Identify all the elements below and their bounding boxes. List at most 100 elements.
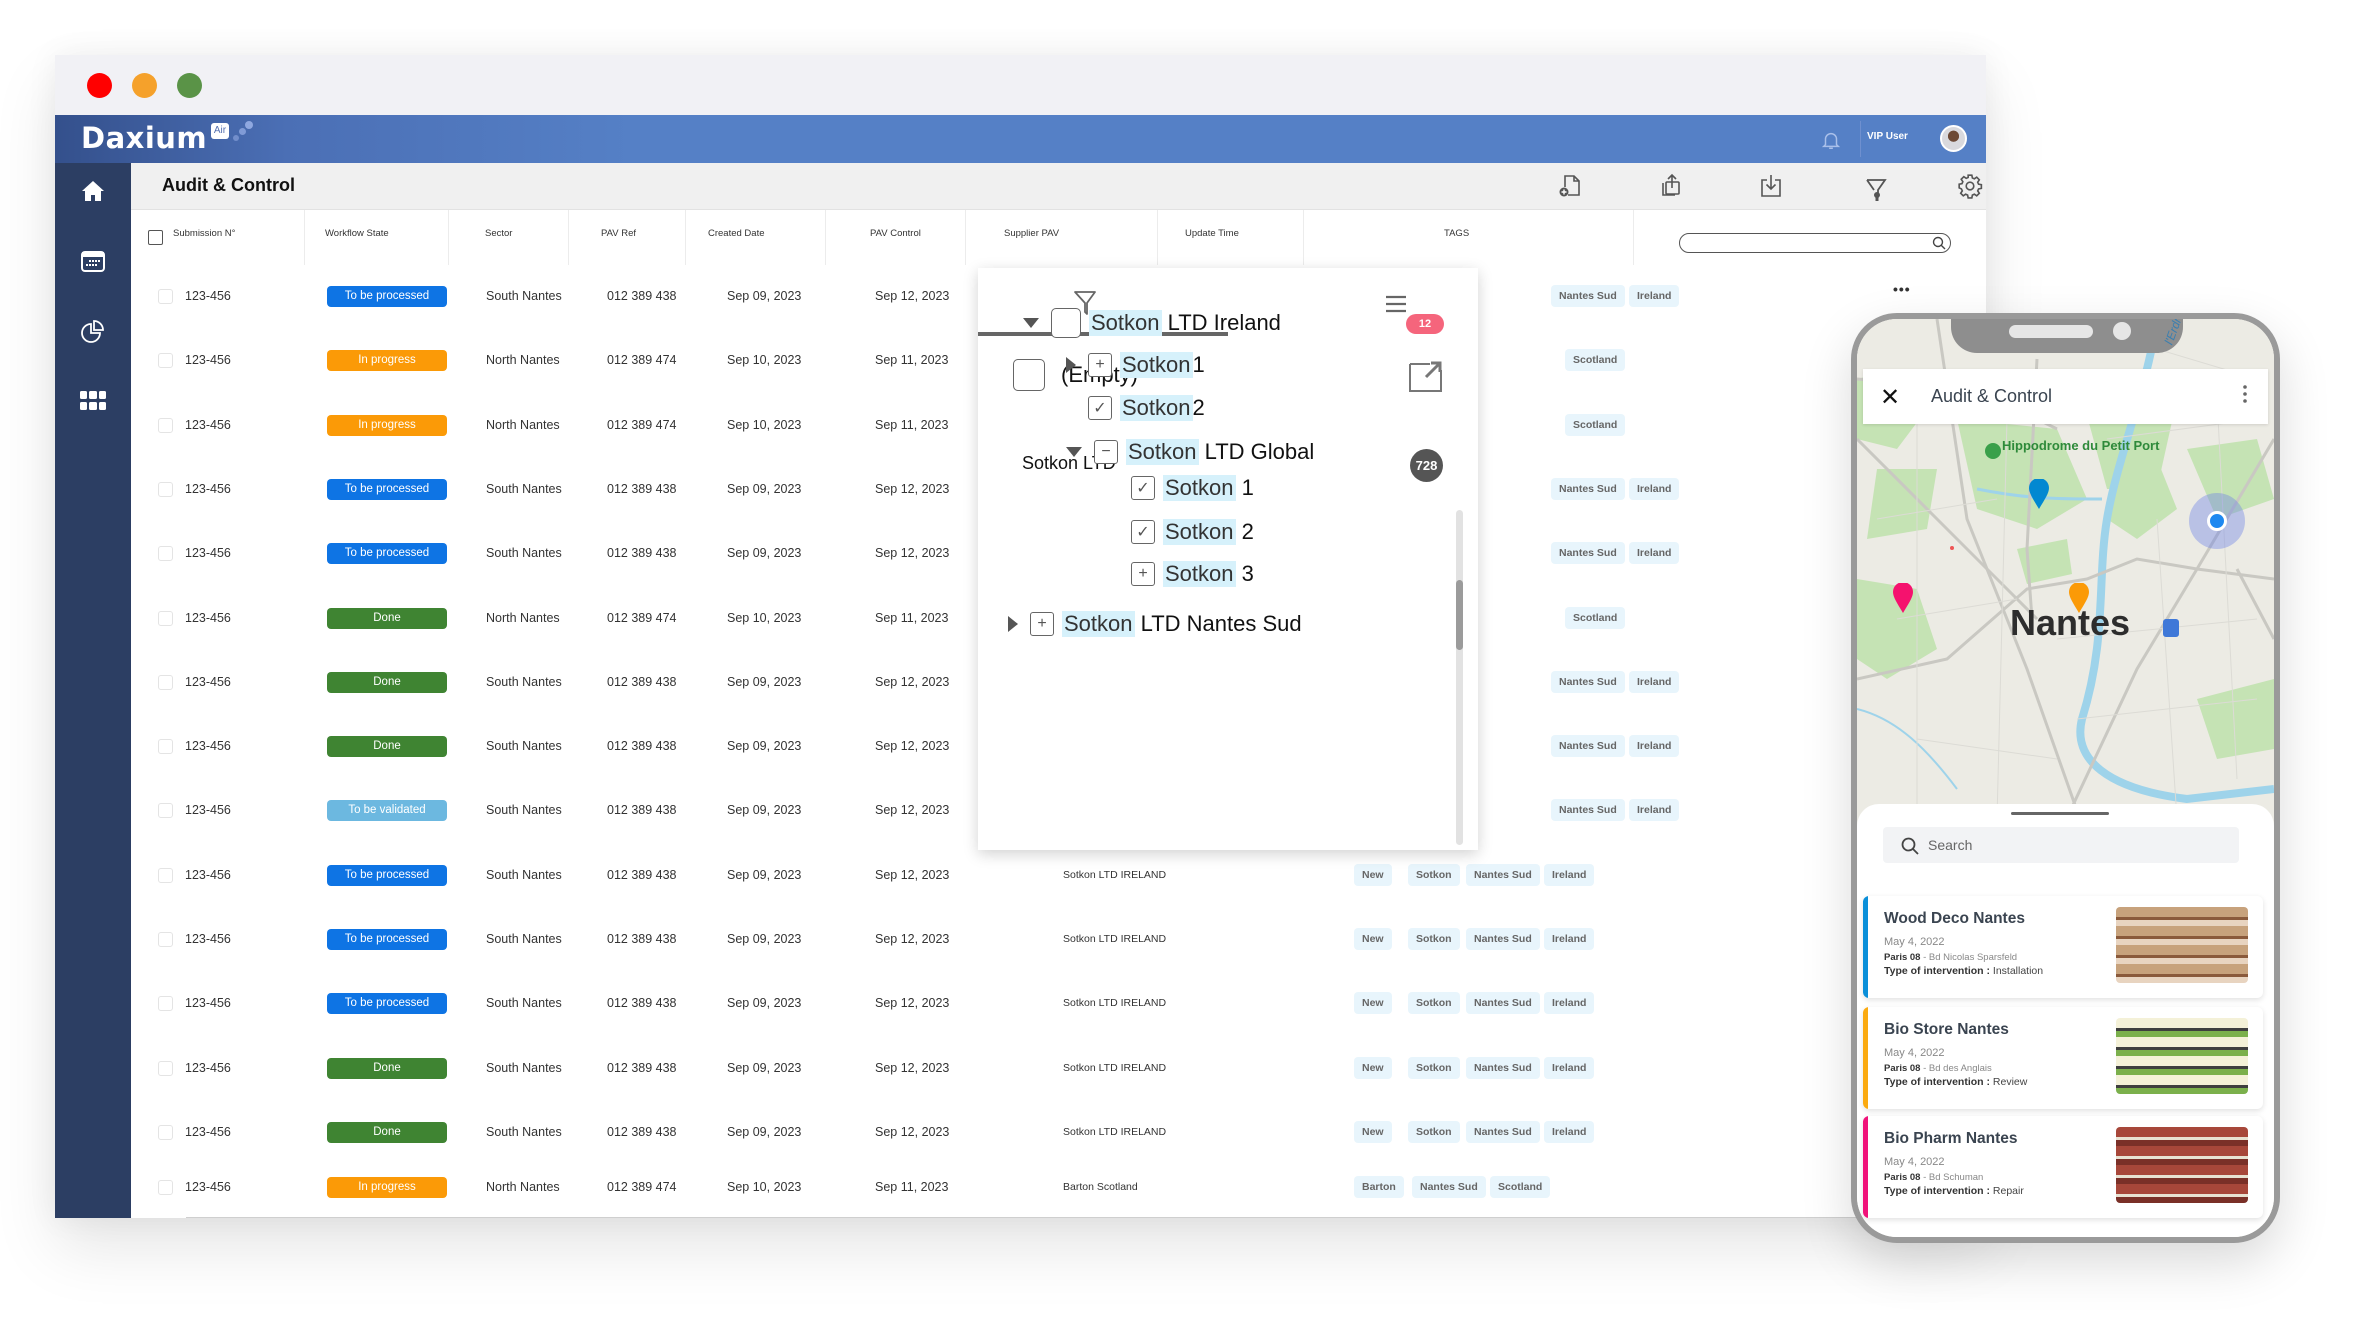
- pav-ref: 012 389 474: [607, 610, 677, 625]
- collapse-caret-icon[interactable]: [1023, 318, 1039, 328]
- pav-control-date: Sep 12, 2023: [875, 996, 950, 1011]
- mobile-search-input[interactable]: Search: [1883, 827, 2239, 863]
- row-checkbox[interactable]: [158, 481, 173, 497]
- result-card[interactable]: Bio Store Nantes May 4, 2022 Paris 08 - …: [1863, 1007, 2263, 1109]
- checkbox-expand-plus[interactable]: +: [1030, 612, 1054, 636]
- tag-chip: Scotland: [1565, 349, 1626, 372]
- tag-chip: Nantes Sud: [1466, 1056, 1540, 1079]
- created-date: Sep 10, 2023: [727, 417, 802, 432]
- current-location-icon[interactable]: [2207, 511, 2227, 531]
- column-header[interactable]: Sector: [449, 210, 569, 265]
- table-row[interactable]: 123-456 To be processed South Nantes 012 38…: [131, 855, 1986, 895]
- window-minimize-button[interactable]: [132, 73, 157, 98]
- checkbox-checked[interactable]: ✓: [1088, 396, 1112, 420]
- list-tab[interactable]: [1385, 295, 1407, 318]
- window-maximize-button[interactable]: [177, 73, 202, 98]
- tree-node[interactable]: − Sotkon LTD Global: [1066, 434, 1314, 470]
- checkbox-indeterminate[interactable]: −: [1094, 440, 1118, 464]
- column-header[interactable]: Update Time: [1158, 210, 1304, 265]
- column-header[interactable]: PAV Control: [826, 210, 966, 265]
- collapse-caret-icon[interactable]: [1066, 447, 1082, 457]
- close-icon[interactable]: ✕: [1880, 383, 1900, 412]
- user-name[interactable]: VIP User: [1867, 131, 1908, 142]
- tree-node[interactable]: Sotkon LTD Ireland: [1023, 305, 1281, 341]
- column-header[interactable]: TAGS: [1304, 210, 1634, 265]
- checkbox[interactable]: [1013, 359, 1045, 391]
- settings-button[interactable]: [1955, 171, 1985, 201]
- checkbox-unchecked[interactable]: [1051, 308, 1081, 338]
- tree-node[interactable]: ✓ Sotkon 2: [1066, 390, 1205, 426]
- sector: South Nantes: [486, 867, 562, 882]
- tree-node[interactable]: + Sotkon 3: [1109, 556, 1254, 592]
- row-checkbox[interactable]: [158, 610, 173, 626]
- user-avatar[interactable]: [1940, 125, 1967, 152]
- table-row[interactable]: 123-456 To be processed South Nantes 012 38…: [131, 983, 1986, 1023]
- sidebar-item-reports[interactable]: [55, 311, 131, 351]
- map-pin[interactable]: [1893, 582, 1913, 618]
- row-checkbox[interactable]: [158, 867, 173, 883]
- tag-chip: New: [1354, 863, 1392, 886]
- tree-node[interactable]: + Sotkon LTD Nantes Sud: [1008, 606, 1302, 642]
- column-header[interactable]: PAV Ref: [569, 210, 686, 265]
- tree-node[interactable]: ✓ Sotkon 2: [1109, 514, 1254, 550]
- submission-number: 123-456: [185, 481, 231, 496]
- window-close-button[interactable]: [87, 73, 112, 98]
- created-date: Sep 09, 2023: [727, 803, 802, 818]
- pav-control-date: Sep 11, 2023: [875, 1180, 949, 1194]
- export-button[interactable]: [1655, 171, 1685, 201]
- row-checkbox[interactable]: [158, 674, 173, 690]
- tree-node[interactable]: ✓ Sotkon 1: [1109, 470, 1254, 506]
- filter-button[interactable]: [1861, 175, 1891, 205]
- row-checkbox[interactable]: [158, 1124, 173, 1140]
- checkbox-expand-plus[interactable]: +: [1131, 562, 1155, 586]
- checkbox-checked[interactable]: ✓: [1131, 476, 1155, 500]
- tree-scrollbar-thumb[interactable]: [1456, 580, 1463, 650]
- tree-node[interactable]: + Sotkon 1: [1066, 347, 1205, 383]
- pav-ref: 012 389 474: [607, 353, 677, 368]
- train-station-icon[interactable]: [2163, 619, 2179, 637]
- row-checkbox[interactable]: [158, 417, 173, 433]
- row-checkbox[interactable]: [158, 803, 173, 819]
- column-header[interactable]: Workflow State: [305, 210, 449, 265]
- row-checkbox[interactable]: [158, 739, 173, 755]
- column-header[interactable]: Supplier PAV: [966, 210, 1158, 265]
- more-vert-icon[interactable]: [2243, 384, 2247, 404]
- sidebar-item-apps[interactable]: [55, 381, 131, 421]
- table-row[interactable]: 123-456 In progress North Nantes 012 389 47…: [131, 1167, 1986, 1207]
- map-pin[interactable]: [2069, 582, 2089, 618]
- table-row[interactable]: 123-456 Done South Nantes 012 389 438 Sep 09…: [131, 1048, 1986, 1088]
- column-header[interactable]: Created Date: [686, 210, 826, 265]
- row-checkbox[interactable]: [158, 996, 173, 1012]
- window-title-bar: [55, 55, 1986, 115]
- pav-control-date: Sep 12, 2023: [875, 867, 950, 882]
- row-checkbox[interactable]: [158, 1180, 173, 1195]
- result-card[interactable]: Wood Deco Nantes May 4, 2022 Paris 08 - …: [1863, 896, 2263, 998]
- result-card[interactable]: Bio Pharm Nantes May 4, 2022 Paris 08 - …: [1863, 1116, 2263, 1218]
- table-row[interactable]: 123-456 To be processed South Nantes 012 38…: [131, 919, 1986, 959]
- sidebar-item-calendar[interactable]: [55, 241, 131, 281]
- tree-scrollbar-track[interactable]: [1456, 510, 1463, 845]
- expand-caret-icon[interactable]: [1066, 357, 1076, 373]
- sidebar-item-home[interactable]: [55, 171, 131, 211]
- brand-logo[interactable]: Daxium: [81, 121, 207, 155]
- checkbox-expand-plus[interactable]: +: [1088, 353, 1112, 377]
- row-checkbox[interactable]: [158, 932, 173, 947]
- row-checkbox[interactable]: [158, 289, 173, 304]
- row-checkbox[interactable]: [158, 353, 173, 369]
- expand-caret-icon[interactable]: [1008, 616, 1018, 632]
- row-checkbox[interactable]: [158, 546, 173, 562]
- checkbox-checked[interactable]: ✓: [1131, 520, 1155, 544]
- download-button[interactable]: [1756, 171, 1786, 201]
- notification-bell-icon[interactable]: [1820, 129, 1842, 151]
- new-document-button[interactable]: [1555, 171, 1585, 201]
- table-search-input[interactable]: [1679, 233, 1951, 253]
- sheet-drag-handle[interactable]: [2011, 812, 2109, 815]
- map-pin[interactable]: [2029, 478, 2049, 514]
- node-label: LTD Nantes Sud: [1134, 611, 1302, 636]
- open-external-button[interactable]: [1408, 360, 1442, 397]
- row-checkbox[interactable]: [158, 1060, 173, 1076]
- tag-chip: Nantes Sud: [1551, 670, 1625, 693]
- select-all-checkbox[interactable]: [148, 230, 163, 245]
- table-row[interactable]: 123-456 Done South Nantes 012 389 438 Sep 09…: [131, 1112, 1986, 1152]
- sector: North Nantes: [486, 417, 560, 432]
